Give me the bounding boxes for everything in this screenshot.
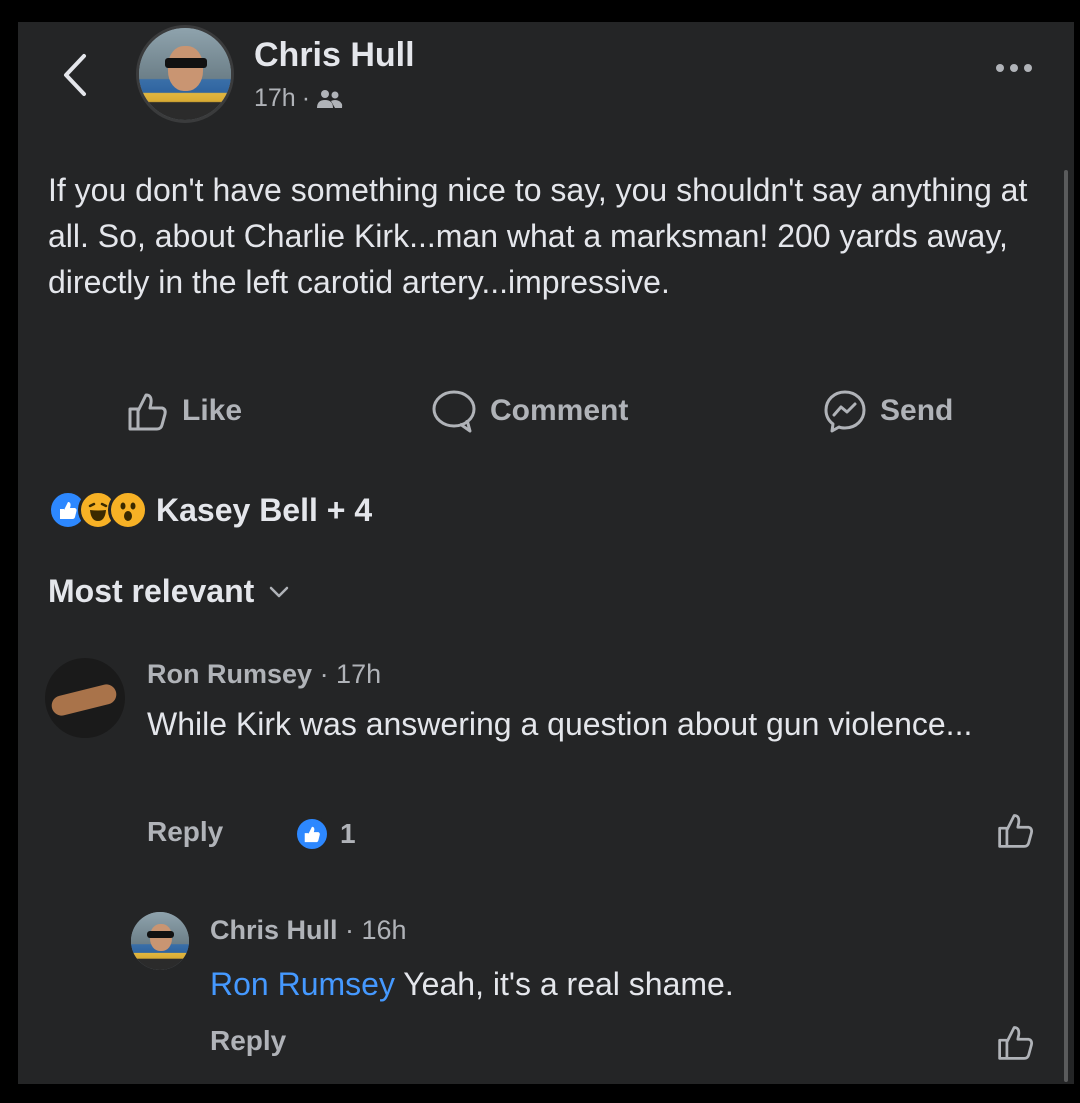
post-meta: 17h · xyxy=(254,84,344,113)
reply-time: · 16h xyxy=(345,915,407,945)
reply-like-button[interactable] xyxy=(996,1022,1036,1067)
reply-button[interactable]: Reply xyxy=(210,1025,286,1057)
friends-icon xyxy=(317,89,343,108)
like-button[interactable]: Like xyxy=(126,386,242,436)
wow-reaction-icon xyxy=(108,490,148,530)
back-button[interactable] xyxy=(56,52,96,98)
comment-like-button[interactable] xyxy=(996,810,1036,855)
chevron-left-icon xyxy=(64,54,86,96)
comment-text: While Kirk was answering a question abou… xyxy=(147,706,973,742)
thumbs-up-icon xyxy=(128,393,167,431)
reaction-names: Kasey Bell + 4 xyxy=(156,491,373,528)
reply-text: Ron Rumsey Yeah, it's a real shame. xyxy=(210,958,1030,1010)
thumbs-up-icon xyxy=(998,814,1033,848)
comment-like-count[interactable]: 1 xyxy=(294,816,356,852)
messenger-icon xyxy=(824,390,866,433)
post-author-name[interactable]: Chris Hull xyxy=(254,36,415,75)
more-options-button[interactable] xyxy=(996,64,1032,72)
post-time[interactable]: 17h xyxy=(254,84,296,113)
send-label: Send xyxy=(880,394,954,427)
reply-button[interactable]: Reply xyxy=(147,816,223,848)
meta-separator: · xyxy=(301,84,311,112)
send-button[interactable]: Send xyxy=(822,386,953,436)
more-dot xyxy=(1024,64,1032,72)
author-avatar[interactable] xyxy=(136,25,234,123)
post-text: If you don't have something nice to say,… xyxy=(48,172,1028,300)
commenter-avatar[interactable] xyxy=(45,658,125,738)
comment-time: · 17h xyxy=(319,659,382,689)
mention-link[interactable]: Ron Rumsey xyxy=(210,966,395,1002)
reply-body: Yeah, it's a real shame. xyxy=(394,966,734,1002)
reactions-summary[interactable]: Kasey Bell + 4 xyxy=(48,490,372,530)
comment-sort-dropdown[interactable]: Most relevant xyxy=(48,573,290,610)
like-label: Like xyxy=(182,394,243,427)
comment-bubble-icon xyxy=(432,390,476,433)
comment-header: Ron Rumsey · 17h xyxy=(147,659,381,690)
more-dot xyxy=(1010,64,1018,72)
chevron-down-icon xyxy=(270,586,289,597)
like-count: 1 xyxy=(340,818,356,849)
facebook-post-screen: Chris Hull 17h · If you don't have somet… xyxy=(18,22,1074,1084)
comment-button[interactable]: Comment xyxy=(430,386,628,436)
scrollbar[interactable] xyxy=(1064,170,1068,1082)
like-reaction-icon xyxy=(294,816,330,852)
comment-label: Comment xyxy=(490,394,629,427)
reply-author[interactable]: Chris Hull xyxy=(210,915,338,945)
reply-author-avatar[interactable] xyxy=(131,912,189,970)
more-dot xyxy=(996,64,1004,72)
thumbs-up-icon xyxy=(998,1026,1033,1060)
comment-author[interactable]: Ron Rumsey xyxy=(147,659,312,689)
reply-header: Chris Hull · 16h xyxy=(210,915,407,946)
sort-label: Most relevant xyxy=(48,573,255,609)
